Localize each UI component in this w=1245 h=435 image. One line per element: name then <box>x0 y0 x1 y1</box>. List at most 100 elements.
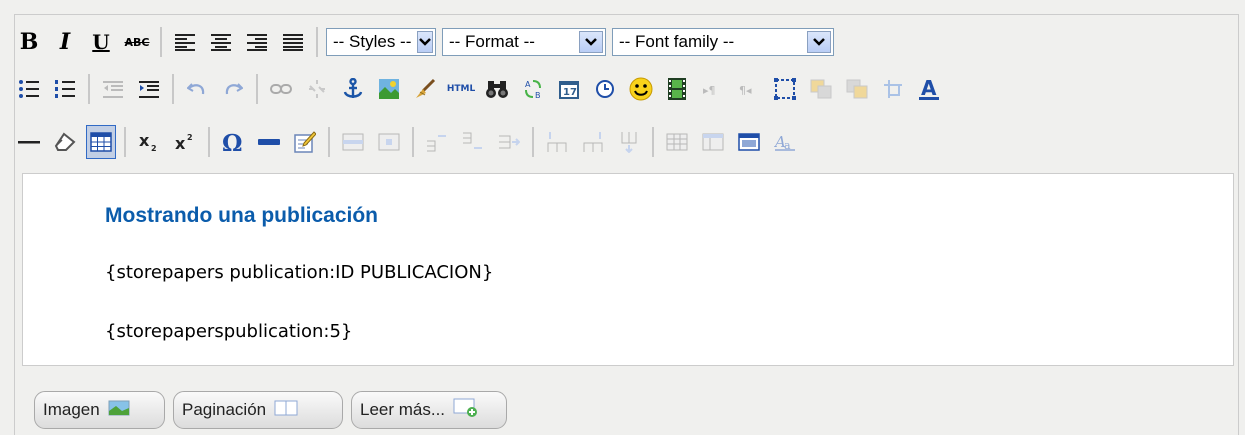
eraser-icon <box>54 132 76 151</box>
link-button[interactable] <box>266 72 296 106</box>
svg-text:A: A <box>921 77 937 100</box>
remove-format-button[interactable] <box>50 125 80 159</box>
image-icon <box>108 400 130 421</box>
italic-button[interactable]: I <box>50 25 80 59</box>
table-grid-icon <box>90 132 112 152</box>
rtl-button[interactable]: ¶◂ <box>734 72 764 106</box>
subscript-button[interactable]: x2 <box>134 125 164 159</box>
bullet-list-button[interactable] <box>14 72 44 106</box>
horizontal-rule-button[interactable] <box>14 125 44 159</box>
bold-button[interactable]: B <box>14 25 44 59</box>
insert-time-button[interactable] <box>590 72 620 106</box>
bullet-list-icon <box>19 80 39 98</box>
edit-icon <box>294 131 316 153</box>
insert-hr-button[interactable] <box>254 125 284 159</box>
insert-layer-button[interactable] <box>770 72 800 106</box>
toolbar-separator <box>208 127 210 157</box>
text-color-icon: A <box>919 77 939 100</box>
align-justify-icon <box>283 34 303 51</box>
smiley-icon <box>629 77 653 101</box>
replace-icon: AB <box>525 80 541 100</box>
outdent-icon <box>103 81 123 98</box>
font-family-select[interactable]: -- Font family -- <box>612 28 834 56</box>
toolbar-separator <box>532 127 534 157</box>
svg-text:A: A <box>525 80 531 89</box>
replace-button[interactable]: AB <box>518 72 548 106</box>
styles-select[interactable]: -- Styles -- <box>326 28 436 56</box>
style-props-icon: Aa <box>774 133 795 152</box>
delete-row-button[interactable] <box>494 125 524 159</box>
delete-row-icon <box>499 135 520 149</box>
underline-button[interactable]: U <box>86 25 116 59</box>
strikethrough-button[interactable]: ABC <box>122 25 152 59</box>
insert-media-button[interactable] <box>662 72 692 106</box>
editor-content-area[interactable]: Mostrando una publicación {storepapers p… <box>22 173 1234 366</box>
chevron-down-icon <box>807 31 831 53</box>
styles-props-button[interactable]: Aa <box>770 125 800 159</box>
row-properties-button[interactable] <box>338 125 368 159</box>
svg-text:17: 17 <box>563 87 577 98</box>
visual-aid-button[interactable] <box>86 125 116 159</box>
content-paragraph: {storepaperspublication:5} <box>105 321 353 342</box>
toolbar-separator <box>412 127 414 157</box>
col-before-icon <box>547 132 567 152</box>
numbered-list-button[interactable] <box>50 72 80 106</box>
pagebreak-icon <box>274 400 298 421</box>
delete-col-button[interactable] <box>614 125 644 159</box>
table-cell-icon <box>378 133 400 151</box>
cell-properties-button[interactable] <box>374 125 404 159</box>
absolute-position-button[interactable] <box>878 72 908 106</box>
pagebreak-button[interactable]: Paginación <box>173 391 343 429</box>
image-button[interactable]: Imagen <box>34 391 165 429</box>
special-char-button[interactable]: Ω <box>218 125 248 159</box>
split-cells-button[interactable] <box>662 125 692 159</box>
superscript-button[interactable]: x2 <box>170 125 200 159</box>
anchor-button[interactable] <box>338 72 368 106</box>
undo-icon <box>187 83 205 95</box>
horizontal-rule-icon <box>18 141 40 144</box>
insert-col-after-button[interactable] <box>578 125 608 159</box>
undo-button[interactable] <box>182 72 212 106</box>
align-right-button[interactable] <box>242 25 272 59</box>
toolbar-separator <box>256 74 258 104</box>
align-right-icon <box>247 34 267 51</box>
outdent-button[interactable] <box>98 72 128 106</box>
edit-attributes-button[interactable] <box>290 125 320 159</box>
ltr-button[interactable]: ▸¶ <box>698 72 728 106</box>
align-left-button[interactable] <box>170 25 200 59</box>
html-source-button[interactable]: HTML <box>446 72 476 106</box>
cleanup-button[interactable] <box>410 72 440 106</box>
insert-image-button[interactable] <box>374 72 404 106</box>
broom-icon <box>416 78 436 98</box>
svg-text:x: x <box>139 132 150 150</box>
toolbar-separator <box>328 127 330 157</box>
svg-text:▸¶: ▸¶ <box>703 84 716 96</box>
insert-row-after-button[interactable] <box>458 125 488 159</box>
layer-forward-icon <box>846 79 868 99</box>
align-justify-button[interactable] <box>278 25 308 59</box>
readmore-button[interactable]: Leer más... <box>351 391 507 429</box>
insert-row-before-button[interactable] <box>422 125 452 159</box>
insert-date-button[interactable]: 17 <box>554 72 584 106</box>
subscript-icon: x2 <box>139 132 157 152</box>
toolbar-row-1: B I U ABC -- Styles -- -- Format -- -- F… <box>14 22 840 62</box>
insert-col-before-button[interactable] <box>542 125 572 159</box>
move-backward-button[interactable] <box>806 72 836 106</box>
chevron-down-icon <box>579 31 603 53</box>
text-color-button[interactable]: A <box>914 72 944 106</box>
align-center-icon <box>211 34 231 51</box>
insert-table-button[interactable] <box>734 125 764 159</box>
find-button[interactable] <box>482 72 512 106</box>
indent-button[interactable] <box>134 72 164 106</box>
delete-col-icon <box>621 132 637 153</box>
align-center-button[interactable] <box>206 25 236 59</box>
svg-text:2: 2 <box>151 144 157 152</box>
move-forward-button[interactable] <box>842 72 872 106</box>
unlink-button[interactable] <box>302 72 332 106</box>
format-select[interactable]: -- Format -- <box>442 28 606 56</box>
redo-button[interactable] <box>218 72 248 106</box>
emoticons-button[interactable] <box>626 72 656 106</box>
editor-extra-buttons: Imagen Paginación Leer más... <box>34 391 515 429</box>
content-paragraph: {storepapers publication:ID PUBLICACION} <box>105 262 494 283</box>
merge-cells-button[interactable] <box>698 125 728 159</box>
